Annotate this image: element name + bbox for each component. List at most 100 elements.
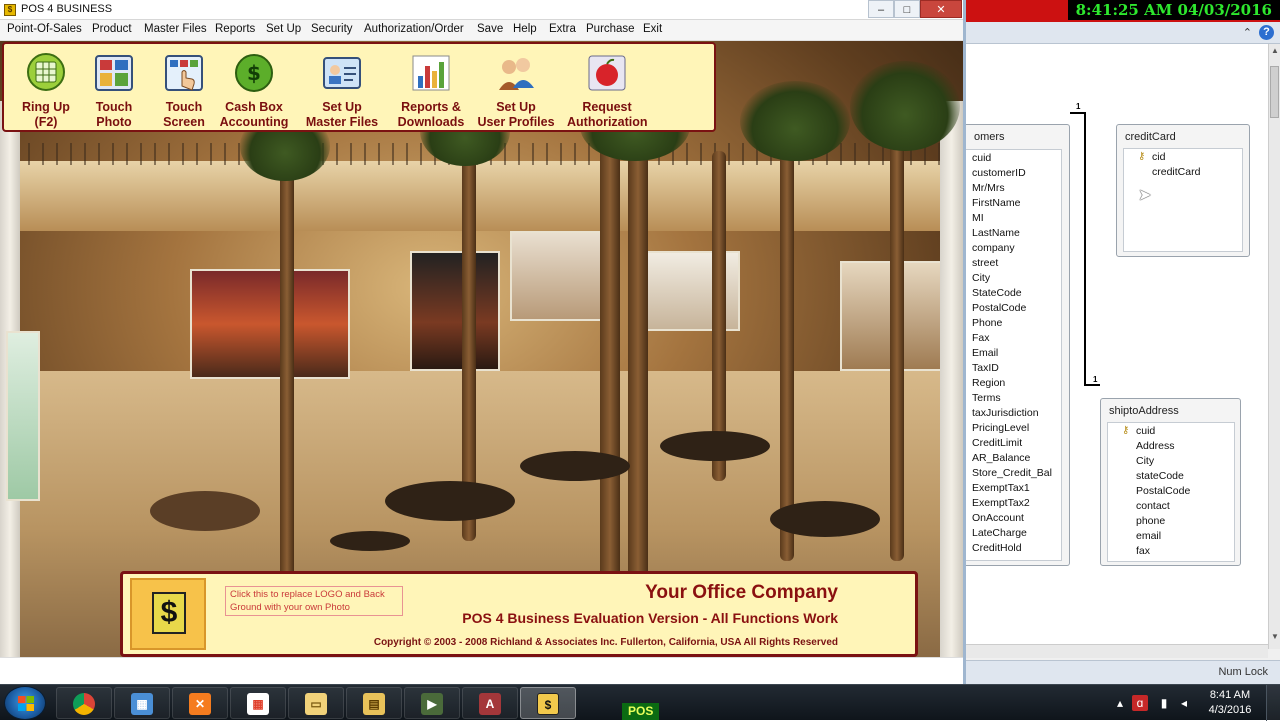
taskbar-xampp[interactable]: ✕	[172, 687, 228, 719]
touch-screen-button[interactable]: Touch Screen	[144, 50, 224, 130]
taskbar-network[interactable]: ▦	[114, 687, 170, 719]
field-region[interactable]: Region	[972, 376, 1005, 391]
field-store-credit-bal[interactable]: Store_Credit_Bal	[972, 466, 1052, 481]
field-ar-balance[interactable]: AR_Balance	[972, 451, 1030, 466]
field-email[interactable]: email	[1136, 529, 1161, 544]
volume-icon[interactable]: ◂	[1176, 695, 1192, 711]
table-shiptoaddress-field-list[interactable]: ⚷ cuid Address City stateCode PostalCode…	[1107, 422, 1235, 562]
replace-logo-link[interactable]: Click this to replace LOGO and Back Grou…	[225, 586, 403, 616]
table-customers-field-list[interactable]: cuid customerID Mr/Mrs FirstName MI Last…	[966, 149, 1062, 561]
field-terms[interactable]: Terms	[972, 391, 1001, 406]
menu-set-up[interactable]: Set Up	[266, 23, 301, 35]
menu-product[interactable]: Product	[92, 23, 132, 35]
field-contact[interactable]: contact	[1136, 499, 1170, 514]
taskbar-media[interactable]: ▶	[404, 687, 460, 719]
field-cid[interactable]: cid	[1152, 150, 1165, 165]
taskbar-access[interactable]: A	[462, 687, 518, 719]
field-company[interactable]: company	[972, 241, 1015, 256]
menu-help[interactable]: Help	[513, 23, 537, 35]
field-city[interactable]: City	[1136, 454, 1154, 469]
field-lastname[interactable]: LastName	[972, 226, 1020, 241]
field-fax[interactable]: fax	[1136, 544, 1150, 559]
pos-title-bar[interactable]: $ POS 4 BUSINESS – □ ✕	[0, 0, 963, 20]
table-customers[interactable]: omers cuid customerID Mr/Mrs FirstName M…	[966, 124, 1070, 566]
taskbar-pos4business[interactable]: $	[520, 687, 576, 719]
field-creditlimit[interactable]: CreditLimit	[972, 436, 1022, 451]
touch-photo-button[interactable]: Touch Photo	[74, 50, 154, 130]
pos-indicator[interactable]: POS	[622, 703, 660, 720]
field-phone[interactable]: Phone	[972, 316, 1002, 331]
cash-box-accounting-button[interactable]: $ Cash Box Accounting	[214, 50, 294, 130]
field-phone[interactable]: phone	[1136, 514, 1165, 529]
field-cuid[interactable]: cuid	[1136, 424, 1155, 439]
dollar-coin-icon: $	[232, 52, 276, 94]
relationship-line[interactable]	[1070, 112, 1084, 114]
field-postalcode[interactable]: PostalCode	[1136, 484, 1190, 499]
field-customerid[interactable]: customerID	[972, 166, 1026, 181]
menu-point-of-sales[interactable]: Point-Of-Sales	[7, 23, 82, 35]
taskbar-apps[interactable]: ▦	[230, 687, 286, 719]
field-exempttax2[interactable]: ExemptTax2	[972, 496, 1030, 511]
set-up-user-profiles-button[interactable]: Set Up User Profiles	[476, 50, 556, 130]
table-shiptoaddress[interactable]: shiptoAddress ⚷ cuid Address City stateC…	[1100, 398, 1241, 566]
ribbon-collapse-icon[interactable]: ⌃	[1243, 26, 1252, 39]
menu-master-files[interactable]: Master Files	[144, 23, 207, 35]
show-desktop-button[interactable]	[1266, 685, 1280, 721]
field-exempttax1[interactable]: ExemptTax1	[972, 481, 1030, 496]
field-creditcard[interactable]: creditCard	[1152, 165, 1200, 180]
relationship-line[interactable]	[1084, 384, 1100, 386]
menu-exit[interactable]: Exit	[643, 23, 662, 35]
request-authorization-button[interactable]: Request Authorization	[567, 50, 648, 130]
field-latecharge[interactable]: LateCharge	[972, 526, 1027, 541]
field-taxjurisdiction[interactable]: taxJurisdiction	[972, 406, 1039, 421]
field-onaccount[interactable]: OnAccount	[972, 511, 1024, 526]
reports-downloads-button[interactable]: Reports & Downloads	[391, 50, 471, 130]
field-postalcode[interactable]: PostalCode	[972, 301, 1026, 316]
field-city[interactable]: City	[972, 271, 990, 286]
field-email[interactable]: Email	[972, 346, 998, 361]
taskbar-chrome[interactable]	[56, 687, 112, 719]
menu-purchase[interactable]: Purchase	[586, 23, 635, 35]
field-statecode[interactable]: stateCode	[1136, 469, 1184, 484]
scroll-up-icon[interactable]: ▲	[1269, 44, 1280, 58]
mall-background-photo	[0, 41, 963, 657]
horizontal-scrollbar[interactable]	[966, 644, 1268, 658]
menu-reports[interactable]: Reports	[215, 23, 255, 35]
company-logo[interactable]: $	[130, 578, 206, 650]
menu-extra[interactable]: Extra	[549, 23, 576, 35]
field-statecode[interactable]: StateCode	[972, 286, 1022, 301]
relationship-line[interactable]	[1084, 112, 1086, 385]
table-creditcard[interactable]: creditCard ⚷ cid creditCard	[1116, 124, 1250, 257]
vertical-scrollbar[interactable]: ▲ ▼	[1268, 44, 1280, 649]
palm-tree-trunk	[280, 136, 294, 606]
help-icon[interactable]: ?	[1259, 25, 1274, 40]
scrollbar-thumb[interactable]	[1270, 66, 1279, 118]
field-taxid[interactable]: TaxID	[972, 361, 999, 376]
field-cuid[interactable]: cuid	[972, 151, 991, 166]
field-fax[interactable]: Fax	[972, 331, 990, 346]
field-firstname[interactable]: FirstName	[972, 196, 1020, 211]
taskbar-folder[interactable]: ▭	[288, 687, 344, 719]
signal-icon[interactable]: ▮	[1156, 695, 1172, 711]
field-credithold[interactable]: CreditHold	[972, 541, 1022, 556]
close-button[interactable]: ✕	[920, 0, 962, 18]
field-street[interactable]: street	[972, 256, 998, 271]
field-mr-mrs[interactable]: Mr/Mrs	[972, 181, 1005, 196]
reports-downloads-label: Reports & Downloads	[397, 100, 465, 129]
menu-authorization-order[interactable]: Authorization/Order	[364, 23, 464, 35]
set-up-master-files-button[interactable]: Set Up Master Files	[302, 50, 382, 130]
relationships-canvas[interactable]: omers cuid customerID Mr/Mrs FirstName M…	[966, 44, 1268, 644]
system-clock[interactable]: 8:41 AM 4/3/2016	[1200, 688, 1260, 718]
maximize-button[interactable]: □	[894, 0, 920, 18]
field-mi[interactable]: MI	[972, 211, 984, 226]
start-button[interactable]	[4, 686, 46, 720]
show-hidden-icons-icon[interactable]: ▴	[1112, 695, 1128, 711]
menu-save[interactable]: Save	[477, 23, 503, 35]
menu-security[interactable]: Security	[311, 23, 353, 35]
field-pricinglevel[interactable]: PricingLevel	[972, 421, 1029, 436]
taskbar-file-explorer[interactable]: ▤	[346, 687, 402, 719]
acrobat-tray-icon[interactable]: ɑ	[1132, 695, 1148, 711]
scroll-down-icon[interactable]: ▼	[1269, 630, 1280, 644]
field-address[interactable]: Address	[1136, 439, 1175, 454]
minimize-button[interactable]: –	[868, 0, 894, 18]
